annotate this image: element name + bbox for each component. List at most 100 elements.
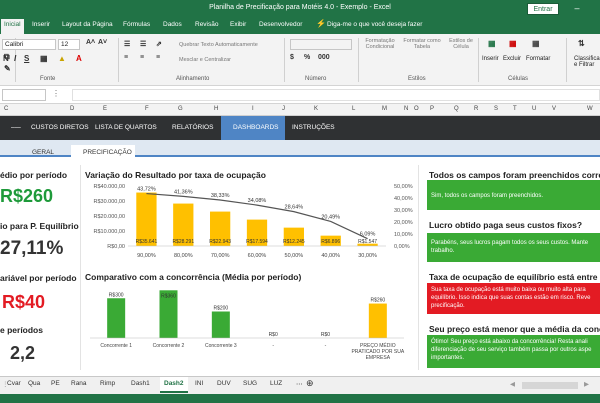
merge-center-button[interactable]: Mesclar e Centralizar	[179, 57, 231, 63]
col-header[interactable]: Q	[454, 106, 459, 112]
sheet-tab[interactable]: Dash1	[131, 380, 150, 387]
col-header[interactable]: T	[513, 106, 517, 112]
tab-exibir[interactable]: Exibir	[230, 21, 246, 28]
sub-geral[interactable]: GERAL	[32, 149, 54, 156]
thousands-icon[interactable]: 000	[318, 54, 330, 61]
nav-relatorios[interactable]: RELATÓRIOS	[172, 124, 213, 131]
font-color-icon[interactable]: A	[76, 54, 82, 63]
sheet-tab[interactable]: Rana	[71, 380, 87, 387]
col-header[interactable]: D	[70, 106, 74, 112]
tell-me-box[interactable]: Diga-me o que você deseja fazer	[327, 21, 422, 28]
align-right-icon[interactable]: ≡	[156, 54, 160, 61]
sheet-tab-active[interactable]: Dash2	[160, 377, 188, 393]
underline-icon[interactable]: S	[24, 54, 29, 63]
sheet-tab[interactable]: DUV	[217, 380, 231, 387]
col-header[interactable]: O	[414, 106, 419, 112]
conditional-format-button[interactable]: Formatação Condicional	[362, 38, 398, 50]
sub-precificacao[interactable]: PRECIFICAÇÃO	[83, 149, 132, 156]
nav-custos-diretos[interactable]: CUSTOS DIRETOS	[31, 124, 89, 131]
bar-value-label: R$35.641	[136, 239, 158, 245]
bar-value-label: R$0	[269, 332, 278, 338]
col-header[interactable]: F	[145, 106, 149, 112]
sheet-tab[interactable]: PE	[51, 380, 60, 387]
kpi-value: R$40	[2, 292, 46, 312]
col-header[interactable]: N	[404, 106, 408, 112]
format-painter-icon[interactable]: ✎	[4, 64, 11, 73]
competition-bar	[368, 303, 387, 338]
col-header[interactable]: U	[532, 106, 536, 112]
percent-icon[interactable]: %	[304, 54, 310, 61]
bar-value-label: R$0	[321, 332, 330, 338]
col-header[interactable]: R	[474, 106, 478, 112]
wrap-text-button[interactable]: Quebrar Texto Automaticamente	[179, 42, 258, 48]
col-header[interactable]: V	[552, 106, 556, 112]
format-cells-button[interactable]: Formatar	[526, 56, 550, 62]
tab-revisao[interactable]: Revisão	[195, 21, 218, 28]
col-header[interactable]: P	[430, 106, 434, 112]
fill-color-icon[interactable]: ▲	[58, 54, 66, 63]
tab-formulas[interactable]: Fórmulas	[123, 21, 150, 28]
currency-icon[interactable]: $	[290, 54, 294, 61]
sheet-tab[interactable]: Cvar	[7, 380, 21, 387]
nav-instrucoes[interactable]: INSTRUÇÕES	[292, 124, 335, 131]
bold-icon[interactable]: N	[3, 54, 9, 63]
col-header[interactable]: G	[178, 106, 183, 112]
align-center-icon[interactable]: ≡	[140, 54, 144, 61]
col-header[interactable]: K	[314, 106, 318, 112]
col-header[interactable]: L	[352, 106, 355, 112]
check-text: Sua taxa de ocupação está muito baixa ou…	[431, 287, 591, 309]
sheet-tab[interactable]: SUG	[243, 380, 257, 387]
name-box[interactable]	[2, 89, 46, 101]
tab-desenvolvedor[interactable]: Desenvolvedor	[259, 21, 302, 28]
cell-styles-button[interactable]: Estilos de Célula	[446, 38, 476, 50]
sign-in-button[interactable]: Entrar	[527, 3, 559, 15]
sheet-tab[interactable]: INI	[195, 380, 203, 387]
orientation-icon[interactable]: ⇗	[156, 40, 162, 48]
col-header[interactable]: C	[4, 106, 8, 112]
align-top-icon[interactable]: ☰	[124, 40, 130, 48]
sheet-tab[interactable]: Rimp	[100, 380, 115, 387]
tab-inicial[interactable]: Inicial	[1, 19, 24, 34]
hscroll-left-icon[interactable]: ◀	[510, 380, 515, 388]
tab-dados[interactable]: Dados	[163, 21, 182, 28]
group-styles: Estilos	[408, 76, 426, 82]
borders-icon[interactable]: ▦	[40, 54, 48, 63]
fx-icon[interactable]: ⋮	[52, 89, 60, 98]
font-name-box[interactable]: Calibri	[2, 39, 56, 50]
competition-chart: R$300 Concorrente 1 R$360 Concorrente 2 R$20…	[90, 290, 405, 361]
formula-input[interactable]	[72, 89, 600, 101]
align-left-icon[interactable]: ≡	[124, 54, 128, 61]
col-header[interactable]: E	[103, 106, 107, 112]
minimize-icon[interactable]: –	[572, 3, 582, 15]
italic-icon[interactable]: I	[14, 54, 16, 63]
sheet-tab[interactable]: LUZ	[270, 380, 282, 387]
align-middle-icon[interactable]: ☰	[140, 40, 146, 48]
x-tick-label: EMPRESA	[366, 355, 391, 361]
col-header[interactable]: H	[214, 106, 218, 112]
font-size-box[interactable]: 12	[58, 39, 80, 50]
x-tick-label: Concorrente 2	[153, 343, 185, 349]
number-format-box[interactable]	[290, 39, 352, 50]
horizontal-scrollbar[interactable]	[522, 382, 578, 389]
col-header[interactable]: I	[252, 106, 254, 112]
line-value-label: 38,33%	[211, 193, 230, 199]
nav-lista-quartos[interactable]: LISTA DE QUARTOS	[95, 124, 157, 131]
sheet-tab[interactable]: Qua	[28, 380, 40, 387]
separator	[118, 38, 119, 82]
nav-dashboards[interactable]: DASHBOARDS	[233, 124, 279, 131]
more-sheets-icon[interactable]: ⋯	[296, 380, 303, 388]
format-table-button[interactable]: Formatar como Tabela	[402, 38, 442, 50]
grow-font-icon[interactable]: A˄	[86, 39, 95, 46]
delete-cells-button[interactable]: Excluir	[503, 56, 521, 62]
insert-cells-button[interactable]: Inserir	[482, 56, 499, 62]
sort-filter-button[interactable]: Classificar e Filtrar	[574, 56, 600, 68]
add-sheet-icon[interactable]: ⊕	[306, 378, 314, 389]
col-header[interactable]: S	[494, 106, 498, 112]
tab-inserir[interactable]: Inserir	[32, 21, 50, 28]
tab-layout[interactable]: Layout da Página	[62, 21, 113, 28]
col-header[interactable]: W	[587, 106, 593, 112]
shrink-font-icon[interactable]: A˅	[98, 39, 107, 46]
hscroll-right-icon[interactable]: ▶	[584, 380, 589, 388]
col-header[interactable]: M	[382, 106, 387, 112]
col-header[interactable]: J	[282, 106, 285, 112]
